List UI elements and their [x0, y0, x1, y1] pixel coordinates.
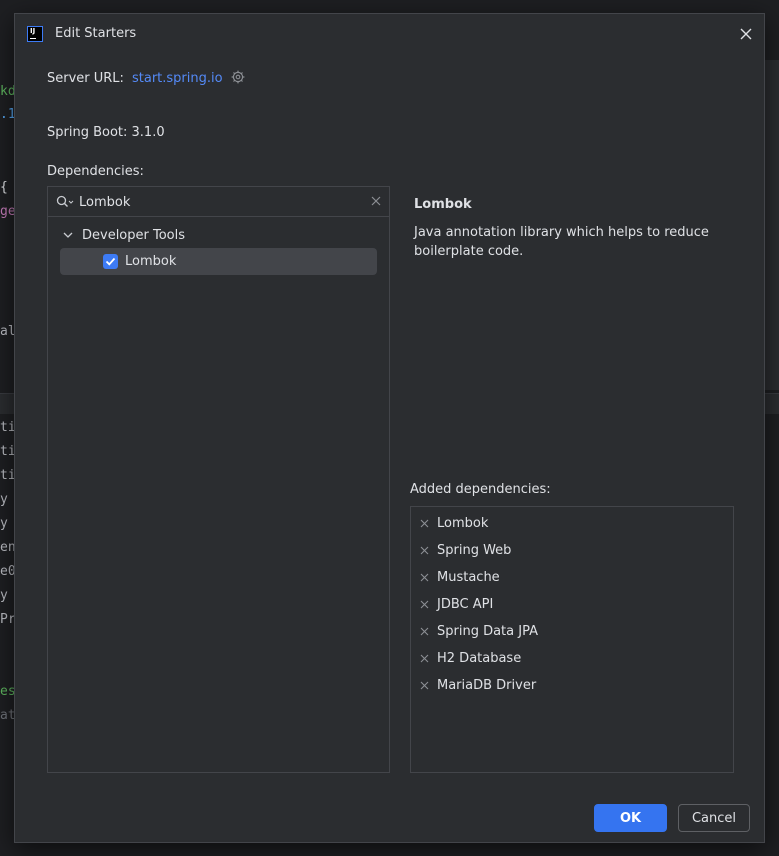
list-item: H2 Database [411, 650, 733, 670]
background-code-fragment: y [0, 516, 8, 531]
dependency-label: Spring Web [437, 543, 512, 558]
edit-starters-dialog: IJ Edit Starters Server URL: start.sprin… [14, 13, 765, 843]
remove-icon[interactable] [420, 546, 429, 555]
dialog-title: Edit Starters [55, 26, 137, 41]
title-bar[interactable]: IJ Edit Starters [15, 14, 764, 54]
remove-icon[interactable] [420, 627, 429, 636]
remove-icon[interactable] [420, 654, 429, 663]
tree-item-label: Lombok [125, 254, 177, 269]
list-item: Mustache [411, 569, 733, 589]
ok-button[interactable]: OK [594, 804, 667, 832]
dependencies-label: Dependencies: [47, 164, 144, 179]
spring-boot-version: Spring Boot: 3.1.0 [47, 125, 165, 140]
list-item: Lombok [411, 515, 733, 535]
background-scrollbar [763, 60, 779, 390]
tree-group-label: Developer Tools [82, 228, 186, 243]
added-dependencies-list: Lombok Spring Web Mustache JDBC API Spri… [410, 506, 734, 773]
dependency-label: MariaDB Driver [437, 678, 537, 693]
remove-icon[interactable] [420, 681, 429, 690]
close-icon[interactable] [738, 26, 754, 42]
intellij-app-icon: IJ [27, 26, 43, 42]
list-item: JDBC API [411, 596, 733, 616]
list-item: Spring Data JPA [411, 623, 733, 643]
list-item: Spring Web [411, 542, 733, 562]
remove-icon[interactable] [420, 600, 429, 609]
background-code-fragment: y [0, 588, 8, 603]
chevron-down-icon[interactable] [63, 231, 73, 239]
dependency-label: Mustache [437, 570, 500, 585]
background-code-fragment: { [0, 180, 8, 195]
dependency-label: JDBC API [437, 597, 494, 612]
added-dependencies-label: Added dependencies: [410, 482, 551, 497]
cancel-button[interactable]: Cancel [678, 804, 750, 832]
search-input[interactable] [79, 192, 349, 212]
dependency-label: H2 Database [437, 651, 522, 666]
gear-icon[interactable] [231, 70, 245, 84]
dependency-label: Lombok [437, 516, 489, 531]
background-code-fragment: y [0, 492, 8, 507]
clear-search-icon[interactable] [371, 196, 381, 206]
dependencies-tree-panel: Developer Tools Lombok [47, 186, 390, 773]
server-url-link[interactable]: start.spring.io [132, 71, 223, 86]
search-row [48, 187, 389, 217]
remove-icon[interactable] [420, 519, 429, 528]
search-icon[interactable] [56, 195, 74, 209]
dependency-label: Spring Data JPA [437, 624, 538, 639]
list-item: MariaDB Driver [411, 677, 733, 697]
description-title: Lombok [414, 197, 472, 212]
remove-icon[interactable] [420, 573, 429, 582]
server-url-label: Server URL: [47, 71, 124, 86]
lombok-checkbox[interactable] [103, 254, 118, 269]
description-text: Java annotation library which helps to r… [414, 225, 709, 259]
checkmark-icon [105, 257, 116, 266]
tree-item-lombok[interactable]: Lombok [60, 248, 377, 275]
